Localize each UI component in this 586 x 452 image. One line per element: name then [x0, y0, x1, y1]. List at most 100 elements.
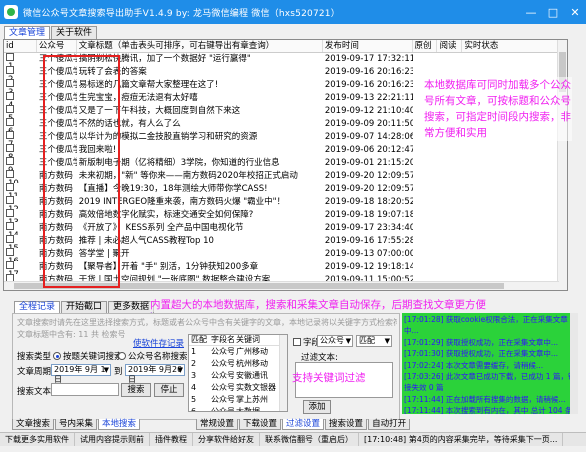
table-row[interactable]: 9三个傻瓜学...新版制电子期（亿将精细）3学院，你知道的行业信息 2019-09… — [4, 157, 567, 170]
keyword-row[interactable]: 6 公众号 大数据 — [189, 406, 287, 411]
table-row[interactable]: 15南方数码推荐 | 未必超人气CASS教程Top 10 2019-09-16 1… — [4, 235, 567, 248]
row-account: 南方数码 — [38, 223, 73, 233]
close-button[interactable]: ✕ — [564, 0, 586, 24]
tab-full-log[interactable]: 全程记录 — [14, 301, 61, 313]
field-label: 字段 — [293, 336, 320, 348]
tab-auto-open[interactable]: 自动打开 — [368, 419, 411, 430]
row-checkbox-icon[interactable] — [6, 105, 14, 113]
table-row[interactable]: 16南方数码答学堂 | 聚开 2019-09-13 07:00:00 — [4, 248, 567, 261]
table-row[interactable]: 14南方数码《开放了》：KESS系列 全产品中国电视化节 2019-09-17 2… — [4, 222, 567, 235]
row-checkbox-icon[interactable] — [6, 209, 14, 217]
row-reads — [437, 261, 462, 274]
stop-button[interactable]: 停止 — [154, 383, 184, 397]
table-row[interactable]: 1三个傻瓜学...搞阴剃松快腾讯，加了一个数据好 "运行赢得" 2019-09-1… — [4, 53, 567, 66]
status-share[interactable]: 分享软件给好友 — [193, 433, 260, 446]
row-checkbox-icon[interactable] — [6, 92, 14, 100]
keyword-row[interactable]: 4 公众号 实数文银器 — [189, 382, 287, 394]
status-contact[interactable]: 联系微信翻号（重启后） — [260, 433, 359, 446]
row-checkbox-icon[interactable] — [6, 118, 14, 126]
chevron-down-icon: ▼ — [103, 366, 109, 374]
row-checkbox-icon[interactable] — [6, 131, 14, 139]
status-plugin-tutorial[interactable]: 插件教程 — [150, 433, 193, 446]
field-select[interactable]: 公众号 ▼ — [317, 335, 353, 347]
row-original — [413, 157, 438, 170]
add-filter-button[interactable]: 添加 — [303, 400, 331, 414]
row-checkbox-icon[interactable] — [6, 144, 14, 152]
row-checkbox-icon[interactable] — [6, 157, 14, 165]
tab-general-settings[interactable]: 常规设置 — [196, 419, 239, 430]
tab-search-settings[interactable]: 搜索设置 — [325, 419, 368, 430]
tab-download-settings[interactable]: 下载设置 — [239, 419, 282, 430]
row-account: 三个傻瓜学... — [38, 158, 77, 168]
radio-title-search[interactable]: 按题关键词搜索 — [53, 350, 123, 362]
row-status — [462, 144, 567, 157]
row-checkbox-icon[interactable] — [6, 261, 14, 269]
row-reads — [437, 144, 462, 157]
table-row[interactable]: 10南方数码未来初期，"新" 等你来——南方数码2020年校招正式启动 2019-… — [4, 170, 567, 183]
checkbox-icon[interactable] — [293, 338, 301, 346]
tab-start[interactable]: 开始截口 — [61, 301, 108, 313]
keyword-row[interactable]: 5 公众号 掌上苏州 — [189, 394, 287, 406]
row-id: 14 — [4, 222, 37, 235]
table-row[interactable]: 8三个傻瓜学...我回来啦! 2019-09-06 20:12:47 — [4, 144, 567, 157]
minimize-button[interactable]: — — [520, 0, 542, 24]
date-from-picker[interactable]: 2019年 9月 1日 ▼ — [51, 364, 111, 384]
keyword-cell: 公众号 — [211, 383, 234, 392]
row-status — [462, 53, 567, 66]
table-row[interactable]: 12南方数码 2019 INTERGEO隆重来袭，南方数码火爆 "霸业中"！ 201… — [4, 196, 567, 209]
grid-horizontal-scrollbar[interactable] — [4, 281, 559, 290]
log-scrollbar[interactable] — [570, 313, 578, 414]
radio-account-search[interactable]: 公众号名称搜索 — [118, 350, 188, 362]
table-row[interactable]: 11南方数码【直播】今晚19:30，18年测绘大师带你学CASS! 2019-09… — [4, 183, 567, 196]
tab-article-search[interactable]: 文章搜索 — [12, 419, 55, 430]
status-download-more[interactable]: 下载更多实用软件 — [0, 433, 75, 446]
row-checkbox-icon[interactable] — [6, 248, 14, 256]
keyword-cell: 1 — [191, 347, 197, 356]
row-checkbox-icon[interactable] — [6, 66, 14, 74]
search-button[interactable]: 搜索 — [121, 383, 151, 397]
row-checkbox-icon[interactable] — [6, 79, 14, 87]
col-status[interactable]: 实时状态 — [462, 40, 567, 52]
row-account: 三个傻瓜学... — [38, 54, 77, 64]
keyword-table-scrollbar[interactable] — [279, 335, 287, 411]
row-id: 5 — [4, 105, 37, 118]
keyword-filter-table: 匹配 字段名 关键词 1 公众号 广州移动 2 公众号 杭州移动 3 公众号 安徽通讯 4 公众号实… — [188, 334, 288, 412]
status-trial-tip[interactable]: 试用内容提示则前 — [75, 433, 150, 446]
tab-filter-settings[interactable]: 过滤设置 — [282, 419, 325, 430]
row-checkbox-icon[interactable] — [6, 196, 14, 204]
tab-account-collect[interactable]: 号内采集 — [55, 419, 98, 430]
keyword-row[interactable]: 2 公众号 杭州移动 — [189, 358, 287, 370]
tab-about[interactable]: 关于软件 — [51, 26, 98, 39]
col-account[interactable]: 公众号 — [37, 40, 77, 52]
maximize-button[interactable]: □ — [542, 0, 564, 24]
save-record-link[interactable]: 使软件存记录 — [133, 337, 184, 349]
tab-local-search[interactable]: 本地搜索 — [98, 419, 141, 430]
row-checkbox-icon[interactable] — [6, 183, 14, 191]
col-time[interactable]: 发布时间 — [323, 40, 413, 52]
row-id: 17 — [4, 261, 37, 274]
col-reads[interactable]: 阅读 — [437, 40, 463, 52]
row-id: 1 — [4, 53, 37, 66]
keyword-row[interactable]: 1 公众号 广州移动 — [189, 346, 287, 358]
row-checkbox-icon[interactable] — [6, 170, 14, 178]
date-to-picker[interactable]: 2019年 9月20日 ▼ — [125, 364, 185, 384]
row-checkbox-icon[interactable] — [6, 222, 14, 230]
table-row[interactable]: 17南方数码【聚导者】开着 "手" 别活，1分钟获知200多章 2019-09-1… — [4, 261, 567, 274]
keyword-cell: 杭州移动 — [236, 359, 268, 368]
row-original — [413, 248, 438, 261]
col-id[interactable]: id — [4, 40, 37, 52]
row-checkbox-icon[interactable] — [6, 235, 14, 243]
log-line: [17:01:29] 获取授权成功，正在采集文章中... — [404, 337, 559, 347]
row-title: 新版制电子期（亿将精细）3学院，你知道的行业信息 — [78, 158, 280, 168]
row-status — [462, 183, 567, 196]
row-status — [462, 248, 567, 261]
tab-article-manage[interactable]: 文章管理 — [4, 26, 51, 39]
col-original[interactable]: 原创 — [413, 40, 438, 52]
match-select[interactable]: 匹配 ▼ — [356, 335, 392, 347]
table-row[interactable]: 13南方数码高效倍地数字化赋实，标速交通安全如何保障? 2019-09-18 19… — [4, 209, 567, 222]
search-text-input[interactable] — [51, 383, 119, 396]
row-title: 未来初期，"新" 等你来——南方数码2020年校招正式启动 — [78, 171, 298, 181]
keyword-row[interactable]: 3 公众号 安徽通讯 — [189, 370, 287, 382]
row-checkbox-icon[interactable] — [6, 53, 14, 61]
col-title[interactable]: 文章标题（单击表头可排序，可右键导出有章查询） — [77, 40, 323, 52]
